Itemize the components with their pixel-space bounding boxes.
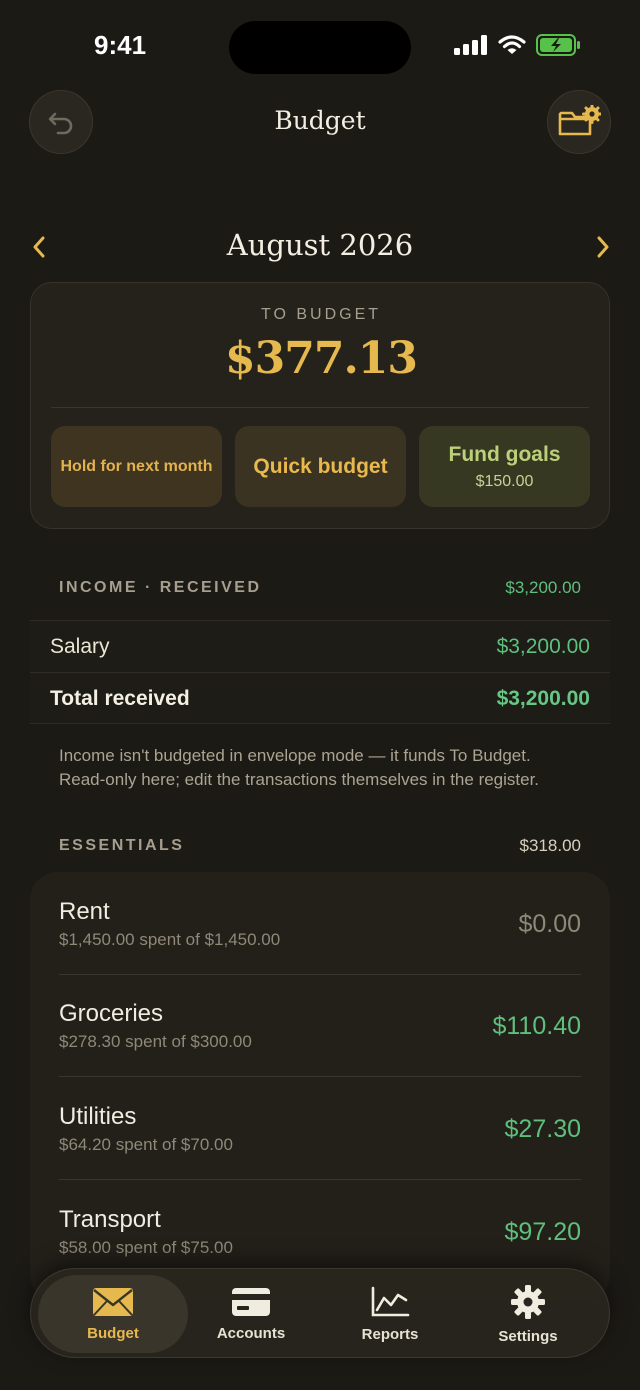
quick-budget-button[interactable]: Quick budget [235, 426, 406, 507]
to-budget-label: TO BUDGET [260, 306, 382, 323]
category-available: $27.30 [504, 1115, 581, 1143]
tab-label: Accounts [216, 1324, 286, 1342]
category-row-utilities[interactable]: Utilities $64.20 spent of $70.00 $27.30 [59, 1077, 581, 1180]
quick-budget-label: Quick budget [253, 454, 388, 478]
card-divider [51, 407, 589, 408]
folder-settings-icon [558, 105, 601, 136]
income-row-salary[interactable]: Salary $3,200.00 [30, 620, 610, 672]
essentials-card: Rent $1,450.00 spent of $1,450.00 $0.00 … [30, 872, 610, 1302]
category-name: Groceries [59, 1000, 164, 1027]
income-total-amount: $3,200.00 [496, 686, 590, 710]
category-name: Utilities [59, 1103, 137, 1130]
to-budget-amount: $377.13 [224, 333, 418, 384]
income-total-row: Total received $3,200.00 [30, 672, 610, 724]
essentials-section-total: $318.00 [519, 836, 581, 855]
hold-label: Hold for next month [60, 457, 213, 475]
fund-goals-button[interactable]: Fund goals $150.00 [419, 426, 590, 507]
fund-goals-label: Fund goals [448, 442, 561, 466]
tab-reports[interactable]: Reports [315, 1275, 465, 1353]
status-icons [454, 34, 582, 56]
category-spent: $58.00 spent of $75.00 [59, 1238, 233, 1257]
income-section-header: INCOME · RECEIVED $3,200.00 [59, 578, 581, 598]
tab-accounts[interactable]: Accounts [176, 1275, 326, 1353]
tab-label: Reports [361, 1325, 419, 1343]
gear-icon [511, 1284, 545, 1319]
essentials-section-header: ESSENTIALS $318.00 [59, 836, 581, 856]
category-available: $97.20 [504, 1218, 581, 1246]
to-budget-card: TO BUDGET $377.13 Hold for next month Qu… [30, 282, 610, 529]
credit-card-icon [232, 1287, 270, 1316]
essentials-section-title: ESSENTIALS [59, 837, 185, 854]
tab-settings[interactable]: Settings [453, 1275, 603, 1353]
income-total-label: Total received [50, 686, 190, 710]
income-divider [30, 723, 610, 724]
income-row-amount: $3,200.00 [496, 634, 590, 658]
chart-line-icon [371, 1286, 410, 1316]
category-spent: $64.20 spent of $70.00 [59, 1135, 233, 1154]
fund-goals-amount: $150.00 [475, 472, 534, 490]
income-row-label: Salary [50, 634, 110, 658]
signal-icon [454, 35, 487, 55]
category-available: $110.40 [492, 1012, 581, 1040]
hold-for-next-month-button[interactable]: Hold for next month [51, 426, 222, 507]
category-row-groceries[interactable]: Groceries $278.30 spent of $300.00 $110.… [59, 974, 581, 1077]
battery-charging-icon [536, 34, 580, 56]
month-selector: August 2026 [0, 224, 640, 270]
income-section-title: INCOME · RECEIVED [59, 579, 262, 596]
category-name: Transport [59, 1206, 161, 1233]
envelope-icon [93, 1287, 133, 1316]
budget-screen: 9:41 Budget August 2026 TO BUDGET $377.1… [0, 0, 640, 1390]
page-title: Budget [274, 106, 366, 135]
tab-bar: Budget Accounts Reports Settings [30, 1268, 610, 1358]
chevron-right-icon [597, 236, 609, 258]
category-name: Rent [59, 898, 110, 925]
income-section-total: $3,200.00 [505, 578, 581, 597]
next-month-button[interactable] [588, 232, 618, 262]
category-available: $0.00 [518, 910, 581, 938]
category-spent: $278.30 spent of $300.00 [59, 1032, 252, 1051]
tab-label: Budget [87, 1324, 139, 1342]
status-time: 9:41 [94, 30, 147, 60]
tab-budget[interactable]: Budget [38, 1275, 188, 1353]
category-spent: $1,450.00 spent of $1,450.00 [59, 930, 281, 949]
category-row-rent[interactable]: Rent $1,450.00 spent of $1,450.00 $0.00 [59, 872, 581, 975]
dynamic-island [229, 21, 411, 74]
month-title: August 2026 [226, 228, 414, 262]
tab-label: Settings [498, 1327, 558, 1345]
wifi-icon [498, 35, 526, 54]
folder-settings-button[interactable] [547, 90, 611, 154]
income-note: Income isn't budgeted in envelope mode —… [59, 746, 540, 789]
